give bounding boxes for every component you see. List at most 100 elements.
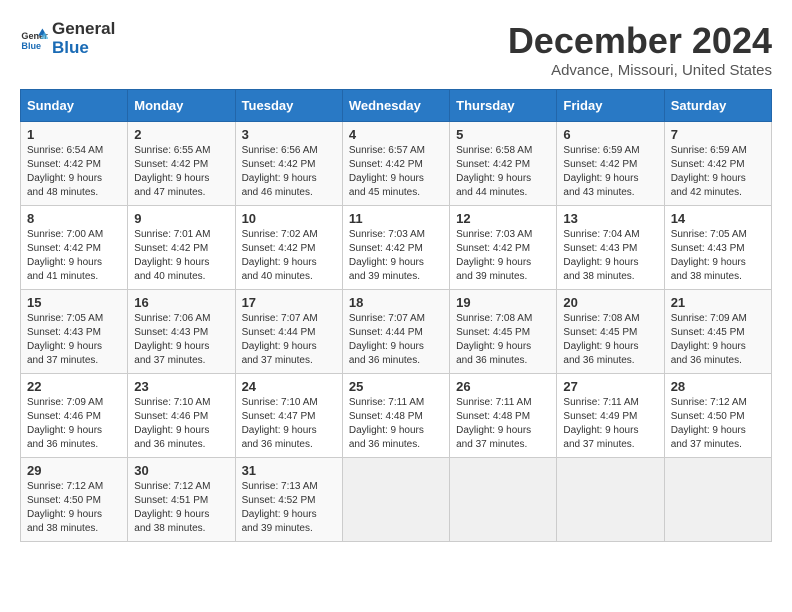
day-number: 9	[134, 211, 228, 226]
day-cell: 13 Sunrise: 7:04 AM Sunset: 4:43 PM Dayl…	[557, 206, 664, 290]
day-info: Sunrise: 7:12 AM Sunset: 4:50 PM Dayligh…	[671, 396, 765, 452]
day-info: Sunrise: 6:59 AM Sunset: 4:42 PM Dayligh…	[563, 144, 657, 200]
day-info: Sunrise: 7:11 AM Sunset: 4:48 PM Dayligh…	[349, 396, 443, 452]
day-cell: 27 Sunrise: 7:11 AM Sunset: 4:49 PM Dayl…	[557, 374, 664, 458]
logo-general: General	[52, 20, 115, 39]
day-cell: 1 Sunrise: 6:54 AM Sunset: 4:42 PM Dayli…	[21, 122, 128, 206]
day-info: Sunrise: 7:02 AM Sunset: 4:42 PM Dayligh…	[242, 228, 336, 284]
day-cell: 16 Sunrise: 7:06 AM Sunset: 4:43 PM Dayl…	[128, 290, 235, 374]
day-number: 10	[242, 211, 336, 226]
day-number: 27	[563, 379, 657, 394]
day-number: 30	[134, 463, 228, 478]
header-sunday: Sunday	[21, 90, 128, 122]
day-cell: 3 Sunrise: 6:56 AM Sunset: 4:42 PM Dayli…	[235, 122, 342, 206]
day-cell: 11 Sunrise: 7:03 AM Sunset: 4:42 PM Dayl…	[342, 206, 449, 290]
day-cell	[557, 458, 664, 542]
day-number: 20	[563, 295, 657, 310]
day-number: 2	[134, 127, 228, 142]
day-cell: 17 Sunrise: 7:07 AM Sunset: 4:44 PM Dayl…	[235, 290, 342, 374]
day-info: Sunrise: 7:03 AM Sunset: 4:42 PM Dayligh…	[456, 228, 550, 284]
day-number: 23	[134, 379, 228, 394]
day-info: Sunrise: 7:10 AM Sunset: 4:47 PM Dayligh…	[242, 396, 336, 452]
day-info: Sunrise: 6:54 AM Sunset: 4:42 PM Dayligh…	[27, 144, 121, 200]
day-cell: 9 Sunrise: 7:01 AM Sunset: 4:42 PM Dayli…	[128, 206, 235, 290]
logo: General Blue General Blue	[20, 20, 115, 57]
day-number: 18	[349, 295, 443, 310]
day-number: 24	[242, 379, 336, 394]
header-friday: Friday	[557, 90, 664, 122]
day-cell: 4 Sunrise: 6:57 AM Sunset: 4:42 PM Dayli…	[342, 122, 449, 206]
day-cell	[450, 458, 557, 542]
day-info: Sunrise: 7:11 AM Sunset: 4:48 PM Dayligh…	[456, 396, 550, 452]
day-number: 22	[27, 379, 121, 394]
day-cell: 12 Sunrise: 7:03 AM Sunset: 4:42 PM Dayl…	[450, 206, 557, 290]
month-title: December 2024	[508, 20, 772, 62]
week-row-3: 15 Sunrise: 7:05 AM Sunset: 4:43 PM Dayl…	[21, 290, 772, 374]
day-number: 12	[456, 211, 550, 226]
day-cell	[664, 458, 771, 542]
day-cell: 24 Sunrise: 7:10 AM Sunset: 4:47 PM Dayl…	[235, 374, 342, 458]
day-info: Sunrise: 7:12 AM Sunset: 4:51 PM Dayligh…	[134, 480, 228, 536]
day-number: 8	[27, 211, 121, 226]
day-number: 14	[671, 211, 765, 226]
day-number: 5	[456, 127, 550, 142]
day-number: 15	[27, 295, 121, 310]
day-info: Sunrise: 7:03 AM Sunset: 4:42 PM Dayligh…	[349, 228, 443, 284]
day-cell: 20 Sunrise: 7:08 AM Sunset: 4:45 PM Dayl…	[557, 290, 664, 374]
day-cell: 29 Sunrise: 7:12 AM Sunset: 4:50 PM Dayl…	[21, 458, 128, 542]
day-info: Sunrise: 6:56 AM Sunset: 4:42 PM Dayligh…	[242, 144, 336, 200]
day-cell: 15 Sunrise: 7:05 AM Sunset: 4:43 PM Dayl…	[21, 290, 128, 374]
week-row-1: 1 Sunrise: 6:54 AM Sunset: 4:42 PM Dayli…	[21, 122, 772, 206]
day-cell: 28 Sunrise: 7:12 AM Sunset: 4:50 PM Dayl…	[664, 374, 771, 458]
week-row-5: 29 Sunrise: 7:12 AM Sunset: 4:50 PM Dayl…	[21, 458, 772, 542]
day-info: Sunrise: 7:08 AM Sunset: 4:45 PM Dayligh…	[563, 312, 657, 368]
day-info: Sunrise: 6:59 AM Sunset: 4:42 PM Dayligh…	[671, 144, 765, 200]
day-info: Sunrise: 7:01 AM Sunset: 4:42 PM Dayligh…	[134, 228, 228, 284]
day-info: Sunrise: 6:58 AM Sunset: 4:42 PM Dayligh…	[456, 144, 550, 200]
day-info: Sunrise: 7:10 AM Sunset: 4:46 PM Dayligh…	[134, 396, 228, 452]
day-cell: 26 Sunrise: 7:11 AM Sunset: 4:48 PM Dayl…	[450, 374, 557, 458]
day-info: Sunrise: 7:12 AM Sunset: 4:50 PM Dayligh…	[27, 480, 121, 536]
day-cell: 10 Sunrise: 7:02 AM Sunset: 4:42 PM Dayl…	[235, 206, 342, 290]
day-cell: 31 Sunrise: 7:13 AM Sunset: 4:52 PM Dayl…	[235, 458, 342, 542]
day-number: 7	[671, 127, 765, 142]
day-number: 21	[671, 295, 765, 310]
header-wednesday: Wednesday	[342, 90, 449, 122]
day-number: 1	[27, 127, 121, 142]
location-title: Advance, Missouri, United States	[508, 62, 772, 79]
day-number: 4	[349, 127, 443, 142]
logo-blue: Blue	[52, 39, 115, 58]
day-number: 6	[563, 127, 657, 142]
day-cell: 21 Sunrise: 7:09 AM Sunset: 4:45 PM Dayl…	[664, 290, 771, 374]
day-info: Sunrise: 7:00 AM Sunset: 4:42 PM Dayligh…	[27, 228, 121, 284]
day-cell: 30 Sunrise: 7:12 AM Sunset: 4:51 PM Dayl…	[128, 458, 235, 542]
day-number: 31	[242, 463, 336, 478]
title-area: December 2024 Advance, Missouri, United …	[508, 20, 772, 79]
week-row-2: 8 Sunrise: 7:00 AM Sunset: 4:42 PM Dayli…	[21, 206, 772, 290]
header-thursday: Thursday	[450, 90, 557, 122]
day-number: 3	[242, 127, 336, 142]
day-cell: 7 Sunrise: 6:59 AM Sunset: 4:42 PM Dayli…	[664, 122, 771, 206]
day-info: Sunrise: 7:07 AM Sunset: 4:44 PM Dayligh…	[242, 312, 336, 368]
header-tuesday: Tuesday	[235, 90, 342, 122]
day-info: Sunrise: 7:05 AM Sunset: 4:43 PM Dayligh…	[27, 312, 121, 368]
day-info: Sunrise: 6:57 AM Sunset: 4:42 PM Dayligh…	[349, 144, 443, 200]
day-number: 19	[456, 295, 550, 310]
day-cell: 22 Sunrise: 7:09 AM Sunset: 4:46 PM Dayl…	[21, 374, 128, 458]
day-cell: 14 Sunrise: 7:05 AM Sunset: 4:43 PM Dayl…	[664, 206, 771, 290]
day-cell: 18 Sunrise: 7:07 AM Sunset: 4:44 PM Dayl…	[342, 290, 449, 374]
header-saturday: Saturday	[664, 90, 771, 122]
day-info: Sunrise: 7:09 AM Sunset: 4:45 PM Dayligh…	[671, 312, 765, 368]
day-cell	[342, 458, 449, 542]
day-info: Sunrise: 7:09 AM Sunset: 4:46 PM Dayligh…	[27, 396, 121, 452]
day-cell: 6 Sunrise: 6:59 AM Sunset: 4:42 PM Dayli…	[557, 122, 664, 206]
day-number: 28	[671, 379, 765, 394]
week-row-4: 22 Sunrise: 7:09 AM Sunset: 4:46 PM Dayl…	[21, 374, 772, 458]
day-info: Sunrise: 7:07 AM Sunset: 4:44 PM Dayligh…	[349, 312, 443, 368]
day-info: Sunrise: 7:06 AM Sunset: 4:43 PM Dayligh…	[134, 312, 228, 368]
day-number: 13	[563, 211, 657, 226]
day-info: Sunrise: 6:55 AM Sunset: 4:42 PM Dayligh…	[134, 144, 228, 200]
day-info: Sunrise: 7:08 AM Sunset: 4:45 PM Dayligh…	[456, 312, 550, 368]
day-cell: 5 Sunrise: 6:58 AM Sunset: 4:42 PM Dayli…	[450, 122, 557, 206]
header-monday: Monday	[128, 90, 235, 122]
